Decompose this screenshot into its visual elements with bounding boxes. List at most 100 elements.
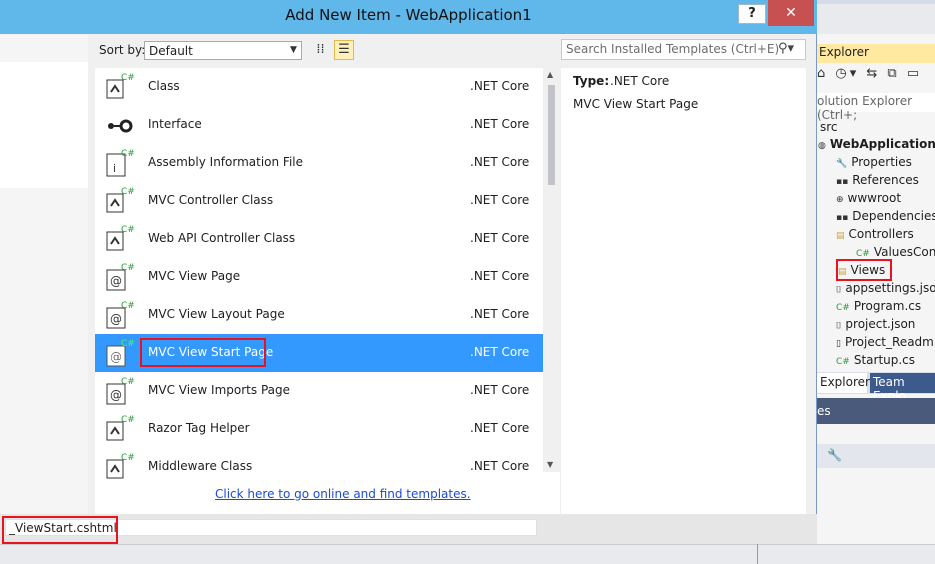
svg-text:C#: C#	[121, 377, 135, 387]
wrench-icon: 🔧	[836, 159, 848, 169]
svg-text:C#: C#	[121, 453, 135, 463]
svg-text:@: @	[110, 312, 122, 326]
type-label: Type:	[573, 74, 610, 88]
svg-text:C#: C#	[121, 339, 135, 349]
solution-item[interactable]: ▪▪ References	[836, 173, 919, 187]
sort-label: Sort by:	[99, 43, 146, 57]
svg-text:@: @	[110, 388, 122, 402]
csharp-file-icon: C#	[856, 249, 870, 259]
template-category: .NET Core	[470, 231, 530, 245]
template-category: .NET Core	[470, 269, 530, 283]
svg-text:C#: C#	[121, 301, 135, 311]
close-button[interactable]: ✕	[768, 0, 814, 26]
solution-item[interactable]: src	[820, 120, 838, 134]
template-item[interactable]: C# MVC Controller Class .NET Core	[95, 182, 543, 220]
solution-item-label: WebApplication1	[829, 137, 935, 151]
template-category: .NET Core	[470, 155, 530, 169]
globe-icon: ⊕	[836, 195, 844, 205]
details-description: MVC View Start Page	[573, 97, 699, 111]
wrench-icon[interactable]: 🔧	[817, 444, 935, 468]
search-templates-input[interactable]: Search Installed Templates (Ctrl+E)	[561, 39, 806, 60]
template-item[interactable]: C# Class .NET Core	[95, 68, 543, 106]
solution-item[interactable]: C# Program.cs	[836, 299, 921, 313]
solution-item-label: Dependencies	[852, 209, 935, 223]
web-project-icon: ◍	[818, 141, 826, 151]
solution-item[interactable]: ▤ Controllers	[836, 227, 914, 241]
razor-page-template-icon: @ C#	[103, 298, 135, 330]
controller-template-icon: C#	[103, 222, 135, 254]
solution-item-label: wwwroot	[847, 191, 902, 205]
template-name: Razor Tag Helper	[148, 421, 250, 435]
solution-item-label: Controllers	[848, 227, 914, 241]
controller-template-icon: C#	[103, 184, 135, 216]
chevron-down-icon: ▼	[290, 45, 297, 55]
solution-item[interactable]: 🔧 Properties	[836, 155, 912, 169]
tab-solution-explorer[interactable]: Explorer	[817, 373, 870, 393]
help-button[interactable]: ?	[738, 4, 766, 24]
template-category: .NET Core	[470, 307, 530, 321]
dialog-title: Add New Item - WebApplication1	[285, 6, 532, 24]
scroll-down-icon[interactable]: ▼	[547, 460, 553, 469]
template-name: MVC View Imports Page	[148, 383, 290, 397]
search-icon[interactable]: ⚲▾	[778, 41, 794, 56]
solution-item-label: appsettings.jso	[845, 281, 935, 295]
solution-item-label: Properties	[851, 155, 912, 169]
template-item[interactable]: @ C# MVC View Layout Page .NET Core	[95, 296, 543, 334]
selected-item-highlight	[140, 338, 266, 367]
references-icon: ▪▪	[836, 177, 849, 187]
svg-text:@: @	[110, 274, 122, 288]
svg-text:C#: C#	[121, 415, 135, 425]
solution-explorer-title[interactable]: Explorer	[817, 44, 935, 63]
template-item[interactable]: C# Razor Tag Helper .NET Core	[95, 410, 543, 448]
svg-text:C#: C#	[121, 263, 135, 273]
class-template-icon: C#	[103, 70, 135, 102]
template-category: .NET Core	[470, 421, 530, 435]
scroll-up-icon[interactable]: ▲	[547, 70, 553, 79]
interface-template-icon	[103, 108, 135, 140]
template-name: MVC Controller Class	[148, 193, 274, 207]
svg-text:C#: C#	[121, 73, 135, 83]
solution-item[interactable]: ▪▪ Dependencies	[836, 209, 935, 223]
solution-item-label: Project_Readm	[844, 335, 934, 349]
solution-item-label: Program.cs	[853, 299, 922, 313]
solution-item[interactable]: ⌷ project.json	[836, 317, 915, 331]
template-list: C# Class .NET Core Interface .NET Core i C# Ass…	[95, 68, 560, 514]
name-input-highlight	[2, 516, 118, 544]
template-name: Web API Controller Class	[148, 231, 296, 245]
category-tree[interactable]	[0, 62, 88, 188]
solution-explorer-search[interactable]: olution Explorer (Ctrl+;	[817, 93, 935, 122]
template-item[interactable]: C# Middleware Class .NET Core	[95, 448, 543, 486]
template-item[interactable]: @ C# MVC View Page .NET Core	[95, 258, 543, 296]
solution-item[interactable]: C# Startup.cs	[836, 353, 915, 367]
views-folder-highlight	[836, 259, 892, 281]
solution-item[interactable]: ⌷ appsettings.jso	[836, 281, 935, 295]
template-name: Assembly Information File	[148, 155, 304, 169]
tab-team-explorer[interactable]: Team Explo	[870, 373, 935, 403]
scrollbar-thumb[interactable]	[548, 85, 555, 185]
solution-item[interactable]: ◍ WebApplication1	[818, 137, 935, 151]
list-view-button[interactable]: ☰	[334, 40, 354, 60]
svg-text:i: i	[113, 162, 116, 175]
csharp-file-icon: C#	[836, 303, 850, 313]
solution-item-label: src	[820, 120, 838, 134]
sort-select[interactable]: Default	[144, 41, 302, 60]
template-category: .NET Core	[470, 383, 530, 397]
class-template-icon: C#	[103, 450, 135, 482]
template-category: .NET Core	[470, 193, 530, 207]
svg-text:C#: C#	[121, 187, 135, 197]
template-item[interactable]: C# Web API Controller Class .NET Core	[95, 220, 543, 258]
template-name: Middleware Class	[148, 459, 253, 473]
solution-item-label: References	[852, 173, 919, 187]
grid-view-button[interactable]: ⁞⁞	[311, 41, 330, 60]
template-item[interactable]: @ C# MVC View Imports Page .NET Core	[95, 372, 543, 410]
online-templates-link[interactable]: Click here to go online and find templat…	[215, 487, 471, 501]
solution-item[interactable]: ⊕ wwwroot	[836, 191, 901, 205]
solution-item-label: Startup.cs	[853, 353, 916, 367]
template-item[interactable]: Interface .NET Core	[95, 106, 543, 144]
solution-item[interactable]: ▯ Project_Readm	[836, 335, 934, 349]
template-category: .NET Core	[470, 345, 530, 359]
solution-item[interactable]: C#ValuesContr	[856, 245, 935, 259]
template-category: .NET Core	[470, 79, 530, 93]
template-item[interactable]: i C# Assembly Information File .NET Core	[95, 144, 543, 182]
solution-explorer-toolbar[interactable]: ⌂ ◷▾ ⇆ ⧉ ▭	[817, 66, 935, 90]
